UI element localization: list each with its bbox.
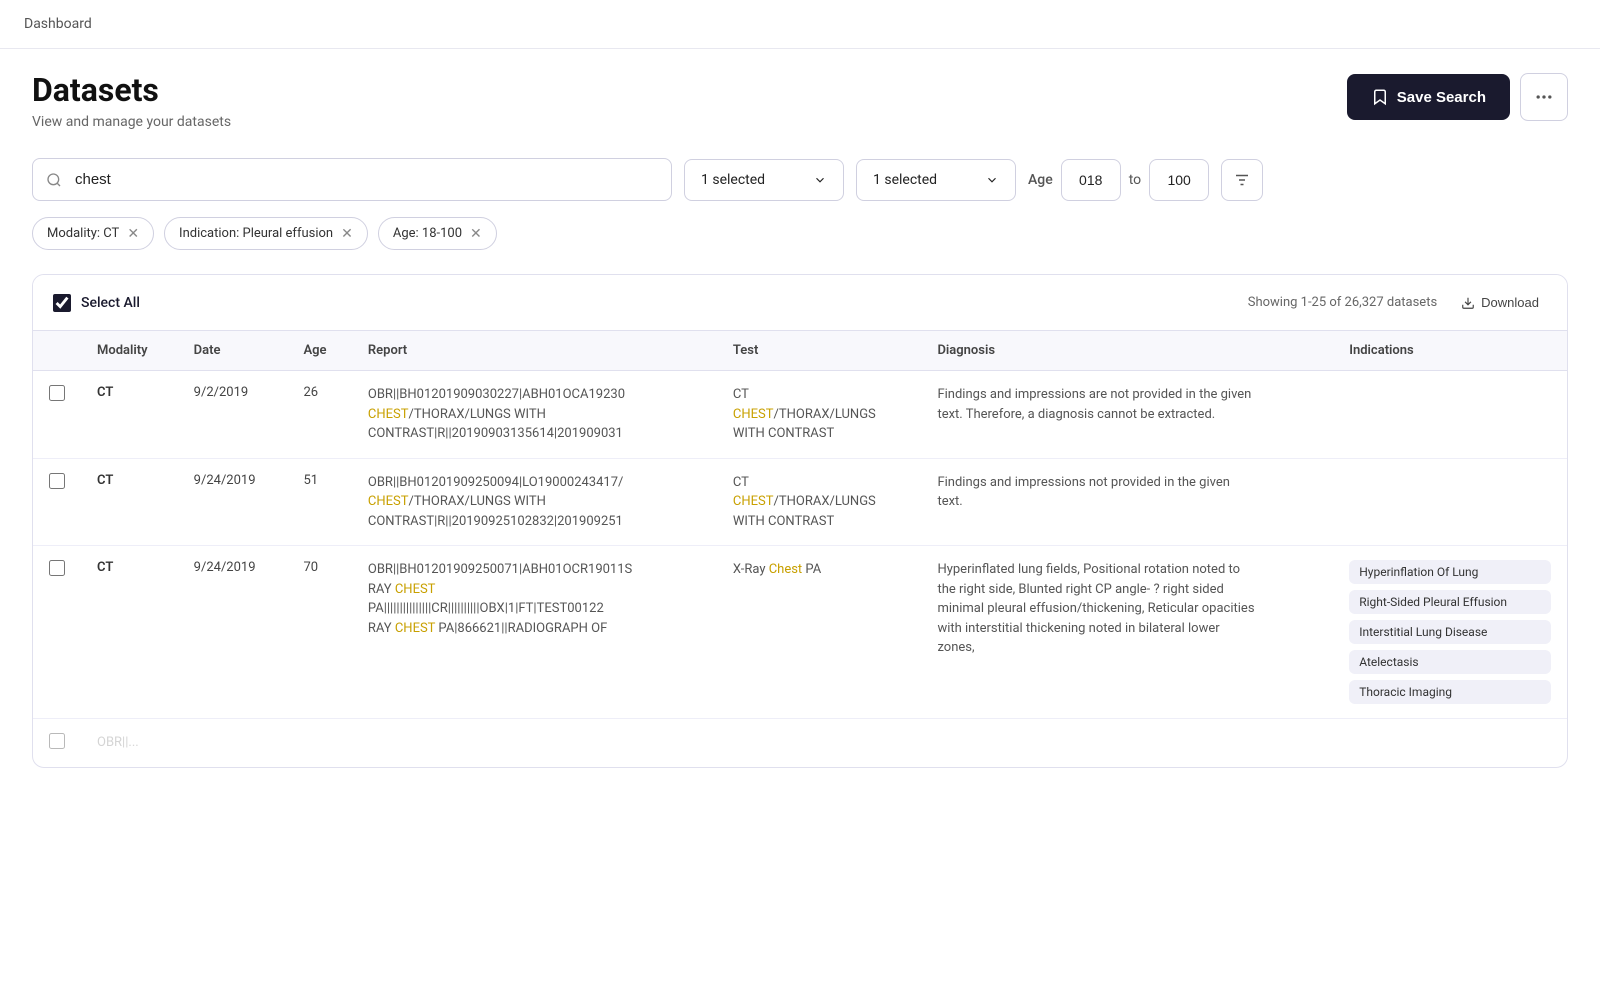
row-diagnosis: Findings and impressions are not provide… [937, 385, 1257, 424]
extra-options-button[interactable] [1520, 73, 1568, 121]
row-indications [1333, 458, 1567, 546]
results-container: Select All Showing 1-25 of 26,327 datase… [32, 274, 1568, 768]
age-to-input[interactable] [1149, 159, 1209, 201]
indication-tag-ild: Interstitial Lung Disease [1349, 620, 1551, 644]
remove-modality-filter[interactable]: ✕ [127, 227, 139, 241]
row-date: 9/2/2019 [194, 385, 249, 400]
row-date: 9/24/2019 [194, 473, 256, 488]
row-indications: Hyperinflation Of Lung Right-Sided Pleur… [1333, 546, 1567, 719]
row-test: CTCHEST/THORAX/LUNGSWITH CONTRAST [733, 385, 906, 444]
page-title: Datasets [32, 73, 231, 108]
indication-tags: Hyperinflation Of Lung Right-Sided Pleur… [1349, 560, 1551, 704]
row-partial: OBR||... [97, 733, 377, 753]
chevron-down-icon-2 [985, 173, 999, 187]
row-checkbox-4[interactable] [49, 733, 65, 749]
search-row: 1 selected 1 selected Age to [32, 158, 1568, 201]
chevron-down-icon [813, 173, 827, 187]
indication-tag-hyperinflation: Hyperinflation Of Lung [1349, 560, 1551, 584]
row-report: OBR||BH01201909250071|ABH01OCR19011S RAY… [368, 560, 648, 638]
showing-count: Showing 1-25 of 26,327 datasets [1248, 295, 1437, 310]
remove-indication-filter[interactable]: ✕ [341, 227, 353, 241]
row-report: OBR||BH01201909030227|ABH01OCA19230 CHES… [368, 385, 648, 444]
indication-tag-pleural: Right-Sided Pleural Effusion [1349, 590, 1551, 614]
results-header: Select All Showing 1-25 of 26,327 datase… [33, 275, 1567, 331]
download-button[interactable]: Download [1453, 291, 1547, 314]
row-age: 26 [303, 385, 318, 400]
advanced-filter-button[interactable] [1221, 159, 1263, 201]
row-modality: CT [97, 385, 113, 400]
row-checkbox-3[interactable] [49, 560, 65, 576]
filter-tag-indication: Indication: Pleural effusion ✕ [164, 217, 368, 250]
options-icon [1534, 87, 1554, 107]
save-search-button[interactable]: Save Search [1347, 74, 1510, 120]
row-age: 70 [303, 560, 318, 575]
col-checkbox [33, 331, 81, 371]
indication-tag-atelectasis: Atelectasis [1349, 650, 1551, 674]
row-test: CTCHEST/THORAX/LUNGSWITH CONTRAST [733, 473, 906, 532]
table-row: CT 9/2/2019 26 OBR||BH01201909030227|ABH… [33, 371, 1567, 459]
row-test: X-Ray Chest PA [733, 560, 906, 580]
remove-age-filter[interactable]: ✕ [470, 227, 482, 241]
table-row: CT 9/24/2019 51 OBR||BH01201909250094|LO… [33, 458, 1567, 546]
modality-dropdown[interactable]: 1 selected [684, 159, 844, 201]
row-checkbox-1[interactable] [49, 385, 65, 401]
search-wrapper [32, 158, 672, 201]
table-row: OBR||... [33, 719, 1567, 768]
age-range: Age to [1028, 159, 1209, 201]
title-group: Datasets View and manage your datasets [32, 73, 231, 130]
table-row: CT 9/24/2019 70 OBR||BH01201909250071|AB… [33, 546, 1567, 719]
row-checkbox-2[interactable] [49, 473, 65, 489]
col-age: Age [287, 331, 351, 371]
row-diagnosis: Hyperinflated lung fields, Positional ro… [937, 560, 1257, 658]
filter-tag-age: Age: 18-100 ✕ [378, 217, 497, 250]
col-report: Report [352, 331, 717, 371]
indication-dropdown[interactable]: 1 selected [856, 159, 1016, 201]
search-input[interactable] [32, 158, 672, 201]
col-indications: Indications [1333, 331, 1567, 371]
age-from-input[interactable] [1061, 159, 1121, 201]
filter-tags: Modality: CT ✕ Indication: Pleural effus… [32, 217, 1568, 250]
select-all-checkbox[interactable] [53, 294, 71, 312]
row-modality: CT [97, 560, 113, 575]
select-all-label: Select All [81, 295, 140, 311]
top-nav: Dashboard [0, 0, 1600, 49]
indication-tag-thoracic: Thoracic Imaging [1349, 680, 1551, 704]
bookmark-icon [1371, 88, 1389, 106]
select-all-wrapper: Select All [53, 294, 140, 312]
page-header: Datasets View and manage your datasets S… [32, 73, 1568, 130]
col-test: Test [717, 331, 922, 371]
page-container: Datasets View and manage your datasets S… [0, 49, 1600, 792]
nav-dashboard-link[interactable]: Dashboard [24, 16, 92, 32]
page-subtitle: View and manage your datasets [32, 114, 231, 130]
search-icon [46, 172, 62, 188]
table-wrapper: Modality Date Age Report Test Diagnosis … [33, 331, 1567, 767]
download-icon [1461, 296, 1475, 310]
row-diagnosis: Findings and impressions not provided in… [937, 473, 1257, 512]
table-header-row: Modality Date Age Report Test Diagnosis … [33, 331, 1567, 371]
col-diagnosis: Diagnosis [921, 331, 1333, 371]
filter-tag-modality: Modality: CT ✕ [32, 217, 154, 250]
row-indications [1333, 371, 1567, 459]
row-modality: CT [97, 473, 113, 488]
row-report: OBR||BH01201909250094|LO19000243417/ CHE… [368, 473, 648, 532]
results-table: Modality Date Age Report Test Diagnosis … [33, 331, 1567, 767]
row-date: 9/24/2019 [194, 560, 256, 575]
sliders-icon [1233, 171, 1251, 189]
row-age: 51 [303, 473, 318, 488]
col-date: Date [178, 331, 288, 371]
col-modality: Modality [81, 331, 178, 371]
